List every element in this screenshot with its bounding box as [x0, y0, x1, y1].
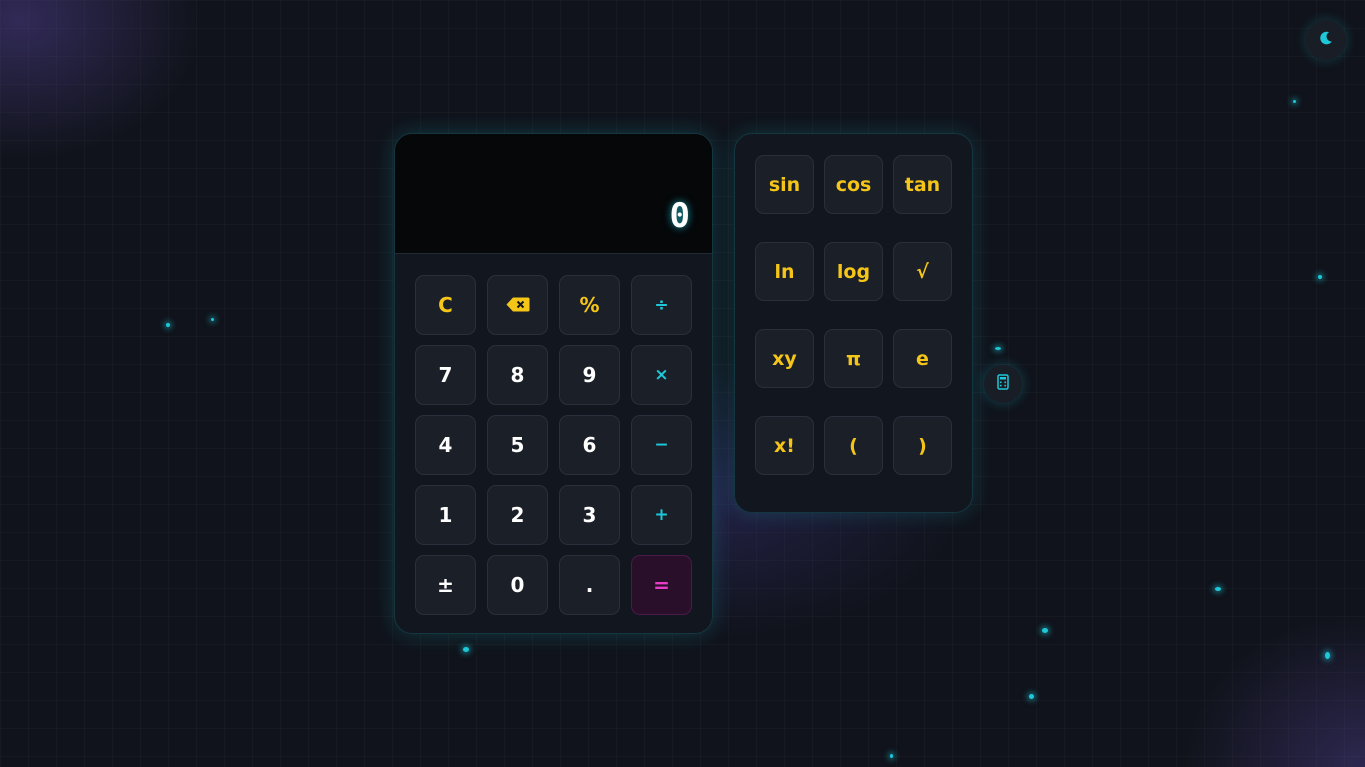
glow-particle [1293, 100, 1296, 103]
key-label: ln [774, 260, 795, 283]
backspace-button[interactable] [487, 275, 548, 335]
key-label: 3 [582, 503, 597, 527]
e-button[interactable]: e [893, 329, 952, 388]
scientific-toggle-button[interactable] [984, 365, 1022, 403]
digit-0-button[interactable]: 0 [487, 555, 548, 615]
decimal-button[interactable]: . [559, 555, 620, 615]
digit-3-button[interactable]: 3 [559, 485, 620, 545]
glow-particle [995, 347, 1001, 350]
key-label: ± [437, 573, 454, 597]
key-label: cos [835, 173, 872, 196]
add-button[interactable]: + [631, 485, 692, 545]
glow-particle [166, 323, 170, 327]
glow-particle [1042, 628, 1048, 633]
key-label: e [916, 347, 929, 370]
sqrt-button[interactable]: √ [893, 242, 952, 301]
key-label: 6 [582, 433, 597, 457]
tan-button[interactable]: tan [893, 155, 952, 214]
key-label: C [438, 293, 453, 317]
digit-5-button[interactable]: 5 [487, 415, 548, 475]
glow-particle [1318, 275, 1322, 279]
percent-button[interactable]: % [559, 275, 620, 335]
key-label: 7 [438, 363, 453, 387]
key-label: ) [918, 434, 927, 457]
moon-icon [1318, 30, 1334, 50]
digit-7-button[interactable]: 7 [415, 345, 476, 405]
key-label: 1 [438, 503, 453, 527]
key-label: x! [774, 434, 795, 457]
glow-particle [1029, 694, 1034, 699]
divide-button[interactable]: ÷ [631, 275, 692, 335]
key-label: √ [916, 260, 929, 283]
digit-6-button[interactable]: 6 [559, 415, 620, 475]
key-label: tan [904, 173, 941, 196]
plus-minus-button[interactable]: ± [415, 555, 476, 615]
sin-button[interactable]: sin [755, 155, 814, 214]
calculator-icon [997, 374, 1009, 394]
key-label: 8 [510, 363, 525, 387]
digit-8-button[interactable]: 8 [487, 345, 548, 405]
equals-button[interactable]: = [631, 555, 692, 615]
factorial-button[interactable]: x! [755, 416, 814, 475]
display-value: 0 [669, 196, 690, 236]
key-label: − [654, 435, 669, 455]
key-label: 9 [582, 363, 597, 387]
log-button[interactable]: log [824, 242, 883, 301]
key-label: ÷ [654, 295, 669, 315]
glow-particle [463, 647, 469, 652]
key-label: 5 [510, 433, 525, 457]
glow-particle [1215, 587, 1221, 591]
key-label: = [653, 573, 670, 597]
digit-4-button[interactable]: 4 [415, 415, 476, 475]
close-paren-button[interactable]: ) [893, 416, 952, 475]
digit-9-button[interactable]: 9 [559, 345, 620, 405]
open-paren-button[interactable]: ( [824, 416, 883, 475]
key-label: π [845, 347, 862, 370]
key-label: xy [772, 347, 797, 370]
key-label: 4 [438, 433, 453, 457]
key-label: ( [849, 434, 858, 457]
cos-button[interactable]: cos [824, 155, 883, 214]
key-label: sin [768, 173, 801, 196]
key-label: . [585, 573, 594, 597]
theme-toggle-button[interactable] [1306, 20, 1346, 60]
display-screen: 0 [395, 134, 712, 254]
ln-button[interactable]: ln [755, 242, 814, 301]
key-label: 0 [510, 573, 525, 597]
multiply-button[interactable]: × [631, 345, 692, 405]
subtract-button[interactable]: − [631, 415, 692, 475]
key-label: × [654, 365, 669, 385]
glow-particle [211, 318, 214, 321]
backspace-icon [506, 293, 530, 317]
clear-button[interactable]: C [415, 275, 476, 335]
scientific-keypad: sin cos tan ln log √ xy π e x! () [755, 155, 952, 475]
glow-particle [890, 754, 893, 758]
key-label: + [654, 505, 669, 525]
key-label: % [579, 293, 600, 317]
glow-particle [1325, 652, 1330, 659]
calculator-panel: 0 C% ÷ 7 8 9 × 4 5 6 − 1 2 3 + ±0. = [394, 133, 713, 634]
power-button[interactable]: xy [755, 329, 814, 388]
key-label: 2 [510, 503, 525, 527]
scientific-panel: sin cos tan ln log √ xy π e x! () [734, 133, 973, 513]
keypad: C% ÷ 7 8 9 × 4 5 6 − 1 2 3 + ±0. = [415, 275, 692, 615]
key-label: log [836, 260, 871, 283]
digit-1-button[interactable]: 1 [415, 485, 476, 545]
pi-button[interactable]: π [824, 329, 883, 388]
digit-2-button[interactable]: 2 [487, 485, 548, 545]
